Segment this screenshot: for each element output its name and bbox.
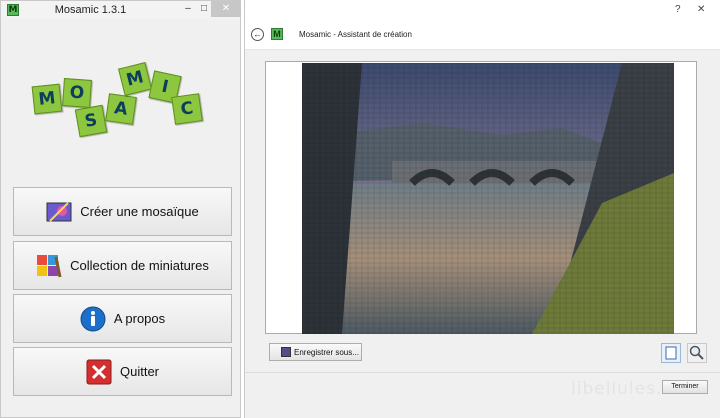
close-button[interactable]: ✕ bbox=[697, 4, 705, 15]
close-button[interactable]: ✕ bbox=[211, 1, 241, 17]
creation-wizard-window: ? ✕ ← M Mosamic - Assistant de création bbox=[244, 0, 720, 418]
thumbnail-collection-icon bbox=[36, 253, 62, 279]
window-title: Mosamic 1.3.1 bbox=[54, 4, 127, 16]
title-bar[interactable]: M Mosamic 1.3.1 – □ ✕ bbox=[1, 1, 241, 19]
back-arrow-icon[interactable]: ← bbox=[251, 28, 264, 41]
save-icon bbox=[281, 347, 291, 357]
save-as-button[interactable]: Enregistrer sous... bbox=[269, 343, 362, 361]
logo-tile: M bbox=[31, 83, 63, 115]
logo-tile: C bbox=[171, 93, 203, 125]
fit-view-button[interactable] bbox=[661, 343, 681, 363]
logo-tile: O bbox=[62, 78, 92, 108]
mosamic-main-window: M Mosamic 1.3.1 – □ ✕ M O S A M I C Crée… bbox=[0, 0, 241, 418]
magnifier-icon bbox=[689, 345, 704, 360]
about-button[interactable]: A propos bbox=[13, 294, 232, 343]
menu-label: Créer une mosaïque bbox=[80, 204, 199, 219]
wizard-title-bar[interactable]: ? ✕ bbox=[245, 0, 720, 22]
app-icon: M bbox=[271, 28, 283, 40]
logo-tile: M bbox=[118, 62, 152, 96]
thumbnail-collection-button[interactable]: Collection de miniatures bbox=[13, 241, 232, 290]
menu-label: Quitter bbox=[119, 364, 159, 379]
preview-frame bbox=[265, 61, 697, 334]
create-mosaic-button[interactable]: Créer une mosaïque bbox=[13, 187, 232, 236]
menu-label: A propos bbox=[113, 311, 166, 326]
page-icon bbox=[665, 346, 677, 360]
mosaic-preview-image bbox=[302, 63, 674, 334]
help-button[interactable]: ? bbox=[675, 4, 681, 15]
finish-button[interactable]: Terminer bbox=[662, 380, 708, 394]
info-icon bbox=[80, 306, 106, 332]
menu-label: Collection de miniatures bbox=[70, 258, 209, 273]
mosamic-logo: M O S A M I C bbox=[25, 53, 215, 138]
save-label: Enregistrer sous... bbox=[294, 347, 359, 357]
quit-icon bbox=[86, 359, 112, 385]
wizard-title: Mosamic - Assistant de création bbox=[299, 30, 412, 39]
zoom-button[interactable] bbox=[687, 343, 707, 363]
footer-separator bbox=[245, 372, 720, 373]
wizard-header: ← M Mosamic - Assistant de création bbox=[245, 22, 720, 50]
quit-button[interactable]: Quitter bbox=[13, 347, 232, 396]
create-mosaic-icon bbox=[46, 199, 72, 225]
logo-tile: A bbox=[105, 93, 137, 125]
logo-tile: S bbox=[74, 104, 108, 138]
